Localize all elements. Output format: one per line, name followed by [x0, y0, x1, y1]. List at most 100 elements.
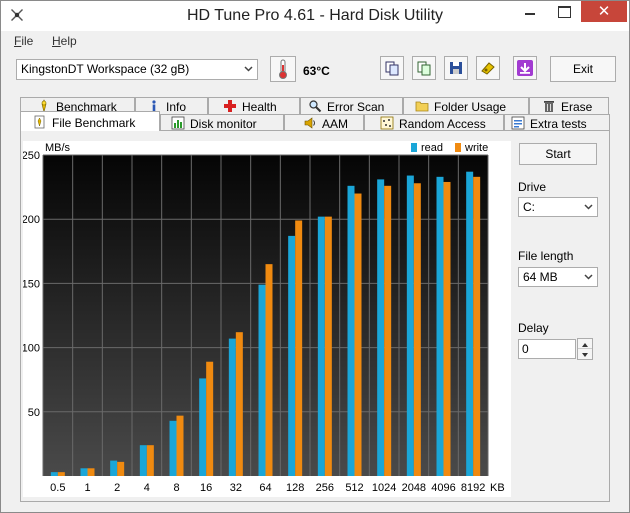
y-tick-label: 250	[23, 150, 40, 162]
chevron-down-icon	[244, 66, 253, 72]
extra-tests-icon	[511, 116, 525, 130]
tab-file-benchmark[interactable]: File Benchmark	[20, 111, 160, 131]
bar-read-256	[317, 216, 325, 476]
drive-select-value: C:	[523, 200, 535, 214]
x-tick-label: 2048	[402, 482, 426, 494]
legend-read-swatch	[411, 143, 417, 152]
bar-read-8192	[466, 171, 474, 476]
menu-help[interactable]: Help	[52, 34, 77, 48]
exit-button[interactable]: Exit	[550, 56, 616, 82]
stepper-up[interactable]	[578, 339, 592, 349]
delay-input[interactable]: 0	[518, 339, 576, 359]
tab-erase[interactable]: Erase	[529, 97, 609, 114]
bar-read-2048	[406, 175, 414, 476]
tab-health[interactable]: Health	[208, 97, 300, 114]
x-tick-label: 1	[84, 482, 90, 494]
bar-write-4	[146, 445, 154, 476]
toolbar: KingstonDT Workspace (32 gB) 63°C Exit	[1, 53, 629, 89]
x-tick-label: 2	[114, 482, 120, 494]
legend-write-label: write	[464, 142, 488, 154]
drive-dropdown[interactable]: KingstonDT Workspace (32 gB)	[16, 59, 258, 80]
y-tick-label: 150	[23, 278, 40, 290]
bar-read-128	[288, 235, 296, 476]
drive-dropdown-value: KingstonDT Workspace (32 gB)	[21, 62, 190, 76]
bar-read-0.5	[50, 472, 58, 476]
x-tick-label: 64	[259, 482, 271, 494]
x-tick-label: 32	[230, 482, 242, 494]
legend: read write	[411, 142, 488, 154]
x-axis-ticks: 0.5 1 2 4 8 16 32 64 128 256 512 1024 2048 4096 8192	[50, 482, 485, 494]
x-tick-label: 8	[173, 482, 179, 494]
speaker-icon	[304, 117, 315, 129]
stepper-down[interactable]	[578, 349, 592, 359]
chevron-down-icon	[584, 204, 593, 210]
temperature-readout: 63°C	[303, 64, 330, 78]
legend-write-swatch	[455, 143, 461, 152]
error-scan-icon	[309, 100, 322, 113]
tab-folder-usage[interactable]: Folder Usage	[403, 97, 529, 114]
copy-screenshot-icon	[417, 61, 431, 76]
bar-write-1024	[384, 185, 392, 477]
bar-write-64	[265, 264, 273, 476]
tab-random-access[interactable]: Random Access	[364, 114, 504, 131]
bar-write-32	[235, 332, 243, 476]
menu-bar: File Help	[1, 31, 629, 51]
bar-write-16	[206, 361, 214, 476]
tab-label: Random Access	[399, 117, 486, 131]
random-access-icon	[380, 116, 394, 130]
y-axis-label: MB/s	[45, 142, 71, 154]
delay-stepper[interactable]	[577, 338, 593, 360]
download-button[interactable]	[513, 56, 537, 80]
x-tick-label: 512	[345, 482, 363, 494]
file-length-value: 64 MB	[523, 270, 558, 284]
bar-read-2	[110, 460, 118, 476]
bar-write-128	[295, 220, 303, 476]
close-button[interactable]: ✕	[581, 1, 627, 22]
start-button[interactable]: Start	[519, 143, 597, 165]
x-tick-label: 0.5	[50, 482, 65, 494]
bar-read-512	[347, 185, 355, 477]
copy-screenshot-button[interactable]	[412, 56, 436, 80]
x-tick-label: 256	[316, 482, 334, 494]
copy-info-button[interactable]	[380, 56, 404, 80]
x-tick-label: 1024	[372, 482, 396, 494]
drive-label: Drive	[518, 180, 547, 194]
temperature-button[interactable]	[270, 56, 296, 82]
tab-aam[interactable]: AAM	[284, 114, 364, 131]
x-tick-label: 4096	[431, 482, 455, 494]
bar-read-32	[228, 338, 236, 476]
bar-read-4096	[436, 176, 444, 476]
bar-write-512	[354, 193, 362, 476]
bar-read-1024	[377, 179, 385, 476]
download-icon	[517, 60, 533, 76]
tab-error-scan[interactable]: Error Scan	[300, 97, 403, 114]
bar-write-256	[324, 216, 332, 476]
minimize-button[interactable]	[515, 1, 545, 23]
drive-select[interactable]: C:	[518, 197, 598, 217]
bar-read-16	[199, 378, 207, 476]
tab-label: Erase	[561, 100, 593, 114]
menu-file[interactable]: File	[14, 34, 33, 48]
bar-read-4	[139, 445, 147, 476]
folder-icon	[415, 101, 429, 112]
bar-write-2048	[413, 183, 421, 477]
delay-label: Delay	[518, 321, 549, 335]
bar-write-2	[117, 461, 125, 476]
bar-write-1	[87, 468, 95, 476]
thermometer-icon	[279, 59, 287, 79]
y-tick-label: 200	[23, 214, 40, 226]
file-length-select[interactable]: 64 MB	[518, 267, 598, 287]
close-icon: ✕	[597, 3, 611, 20]
benchmark-chart: 50 100 150 200 250 0.5 1 2 4 8 16 32 64 128 256 512 102…	[22, 141, 511, 497]
x-axis-unit: KB	[490, 482, 505, 494]
options-button[interactable]	[476, 56, 500, 80]
x-tick-label: 4	[144, 482, 150, 494]
bar-write-4096	[443, 181, 451, 477]
benchmark-chart-svg: 50 100 150 200 250 0.5 1 2 4 8 16 32 64 128 256 512 102…	[22, 142, 505, 494]
tab-extra-tests[interactable]: Extra tests	[504, 114, 610, 131]
title-bar: HD Tune Pro 4.61 - Hard Disk Utility ✕	[1, 1, 629, 31]
tab-disk-monitor[interactable]: Disk monitor	[160, 114, 284, 131]
app-window: HD Tune Pro 4.61 - Hard Disk Utility ✕ F…	[0, 0, 630, 513]
maximize-button[interactable]	[549, 1, 579, 23]
save-button[interactable]	[444, 56, 468, 80]
